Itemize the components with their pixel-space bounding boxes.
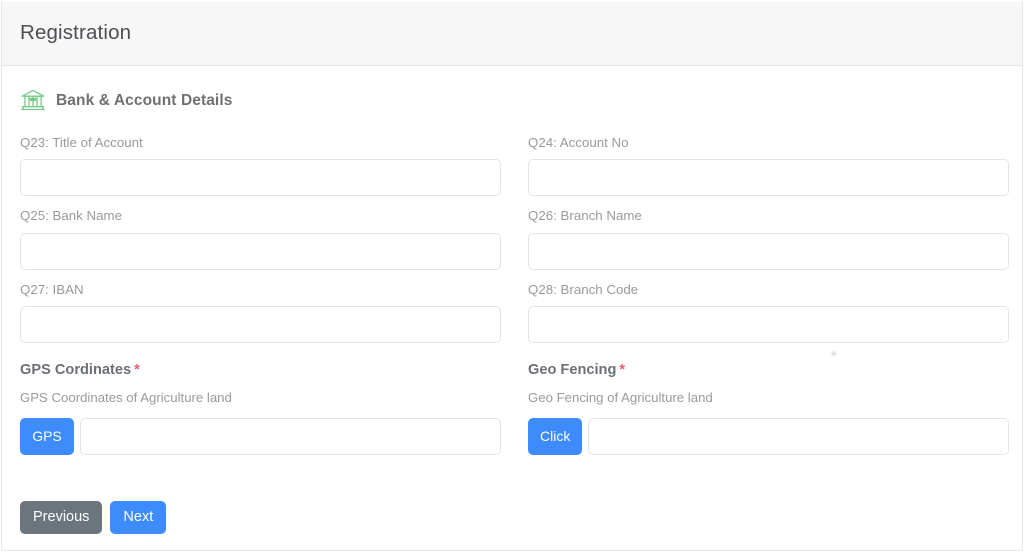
- gps-capture-button[interactable]: GPS: [20, 417, 74, 455]
- next-button[interactable]: Next: [110, 500, 167, 534]
- field-group-bank-name: Q25: Bank Name: [20, 208, 501, 270]
- geo-fencing-title-text: Geo Fencing: [528, 361, 617, 378]
- form-row: Q25: Bank Name Q26: Branch Name: [20, 208, 1009, 270]
- label-branch-code: Q28: Branch Code: [528, 281, 639, 297]
- geo-fencing-subtitle: Geo Fencing of Agriculture land: [528, 390, 713, 406]
- field-group-gps-coordinates: GPS Cordinates * GPS Coordinates of Agric…: [20, 363, 501, 455]
- previous-button[interactable]: Previous: [20, 500, 103, 534]
- field-group-branch-name: Q26: Branch Name: [528, 208, 1009, 270]
- stray-asterisk-artifact: ✳: [830, 349, 838, 359]
- geo-fencing-click-button[interactable]: Click: [528, 417, 583, 455]
- field-group-geo-fencing: Geo Fencing * Geo Fencing of Agriculture …: [528, 363, 1009, 455]
- card-body: Bank & Account Details Q23: Title of Acc…: [2, 66, 1022, 552]
- section-header: Bank & Account Details: [20, 88, 1004, 114]
- registration-card: Registration Bank & Account Details Q23:…: [1, 2, 1023, 551]
- geo-fencing-input[interactable]: [588, 417, 1009, 455]
- bank-building-icon: [20, 89, 46, 111]
- input-iban[interactable]: [20, 305, 501, 343]
- input-account-no[interactable]: [528, 159, 1009, 197]
- gps-input-group: GPS: [20, 417, 501, 455]
- gps-coordinates-title-text: GPS Cordinates: [20, 361, 132, 378]
- label-title-of-account: Q23: Title of Account: [20, 135, 143, 150]
- field-group-branch-code: Q28: Branch Code: [528, 281, 1009, 343]
- section-title: Bank & Account Details: [56, 92, 233, 109]
- input-title-of-account[interactable]: [20, 159, 501, 197]
- location-capture-row: GPS Cordinates * GPS Coordinates of Agric…: [20, 363, 1009, 455]
- form-row: Q27: IBAN Q28: Branch Code: [20, 281, 1009, 343]
- gps-coordinates-subtitle: GPS Coordinates of Agriculture land: [20, 390, 232, 406]
- input-bank-name[interactable]: [20, 232, 501, 270]
- label-account-no: Q24: Account No: [528, 135, 629, 150]
- gps-coordinates-title: GPS Cordinates *: [20, 363, 501, 378]
- label-iban: Q27: IBAN: [20, 281, 84, 297]
- geo-fencing-title: Geo Fencing *: [528, 363, 1009, 378]
- gps-coordinates-input[interactable]: [80, 417, 501, 455]
- card-header: Registration: [2, 2, 1022, 66]
- label-bank-name: Q25: Bank Name: [20, 208, 122, 224]
- geo-fencing-required-asterisk: *: [619, 361, 626, 378]
- field-group-title-of-account: Q23: Title of Account: [20, 135, 501, 197]
- field-group-iban: Q27: IBAN: [20, 281, 501, 343]
- input-branch-name[interactable]: [528, 232, 1009, 270]
- gps-required-asterisk: *: [134, 361, 140, 378]
- label-branch-name: Q26: Branch Name: [528, 208, 642, 224]
- page-title: Registration: [20, 21, 132, 45]
- form-row: Q23: Title of Account Q24: Account No: [20, 135, 1009, 197]
- registration-page: Registration Bank & Account Details Q23:…: [0, 0, 1024, 557]
- form-navigation: Previous Next: [20, 500, 1004, 552]
- geo-fencing-input-group: Click: [528, 417, 1009, 455]
- input-branch-code[interactable]: [528, 305, 1009, 343]
- field-group-account-no: Q24: Account No: [528, 135, 1009, 197]
